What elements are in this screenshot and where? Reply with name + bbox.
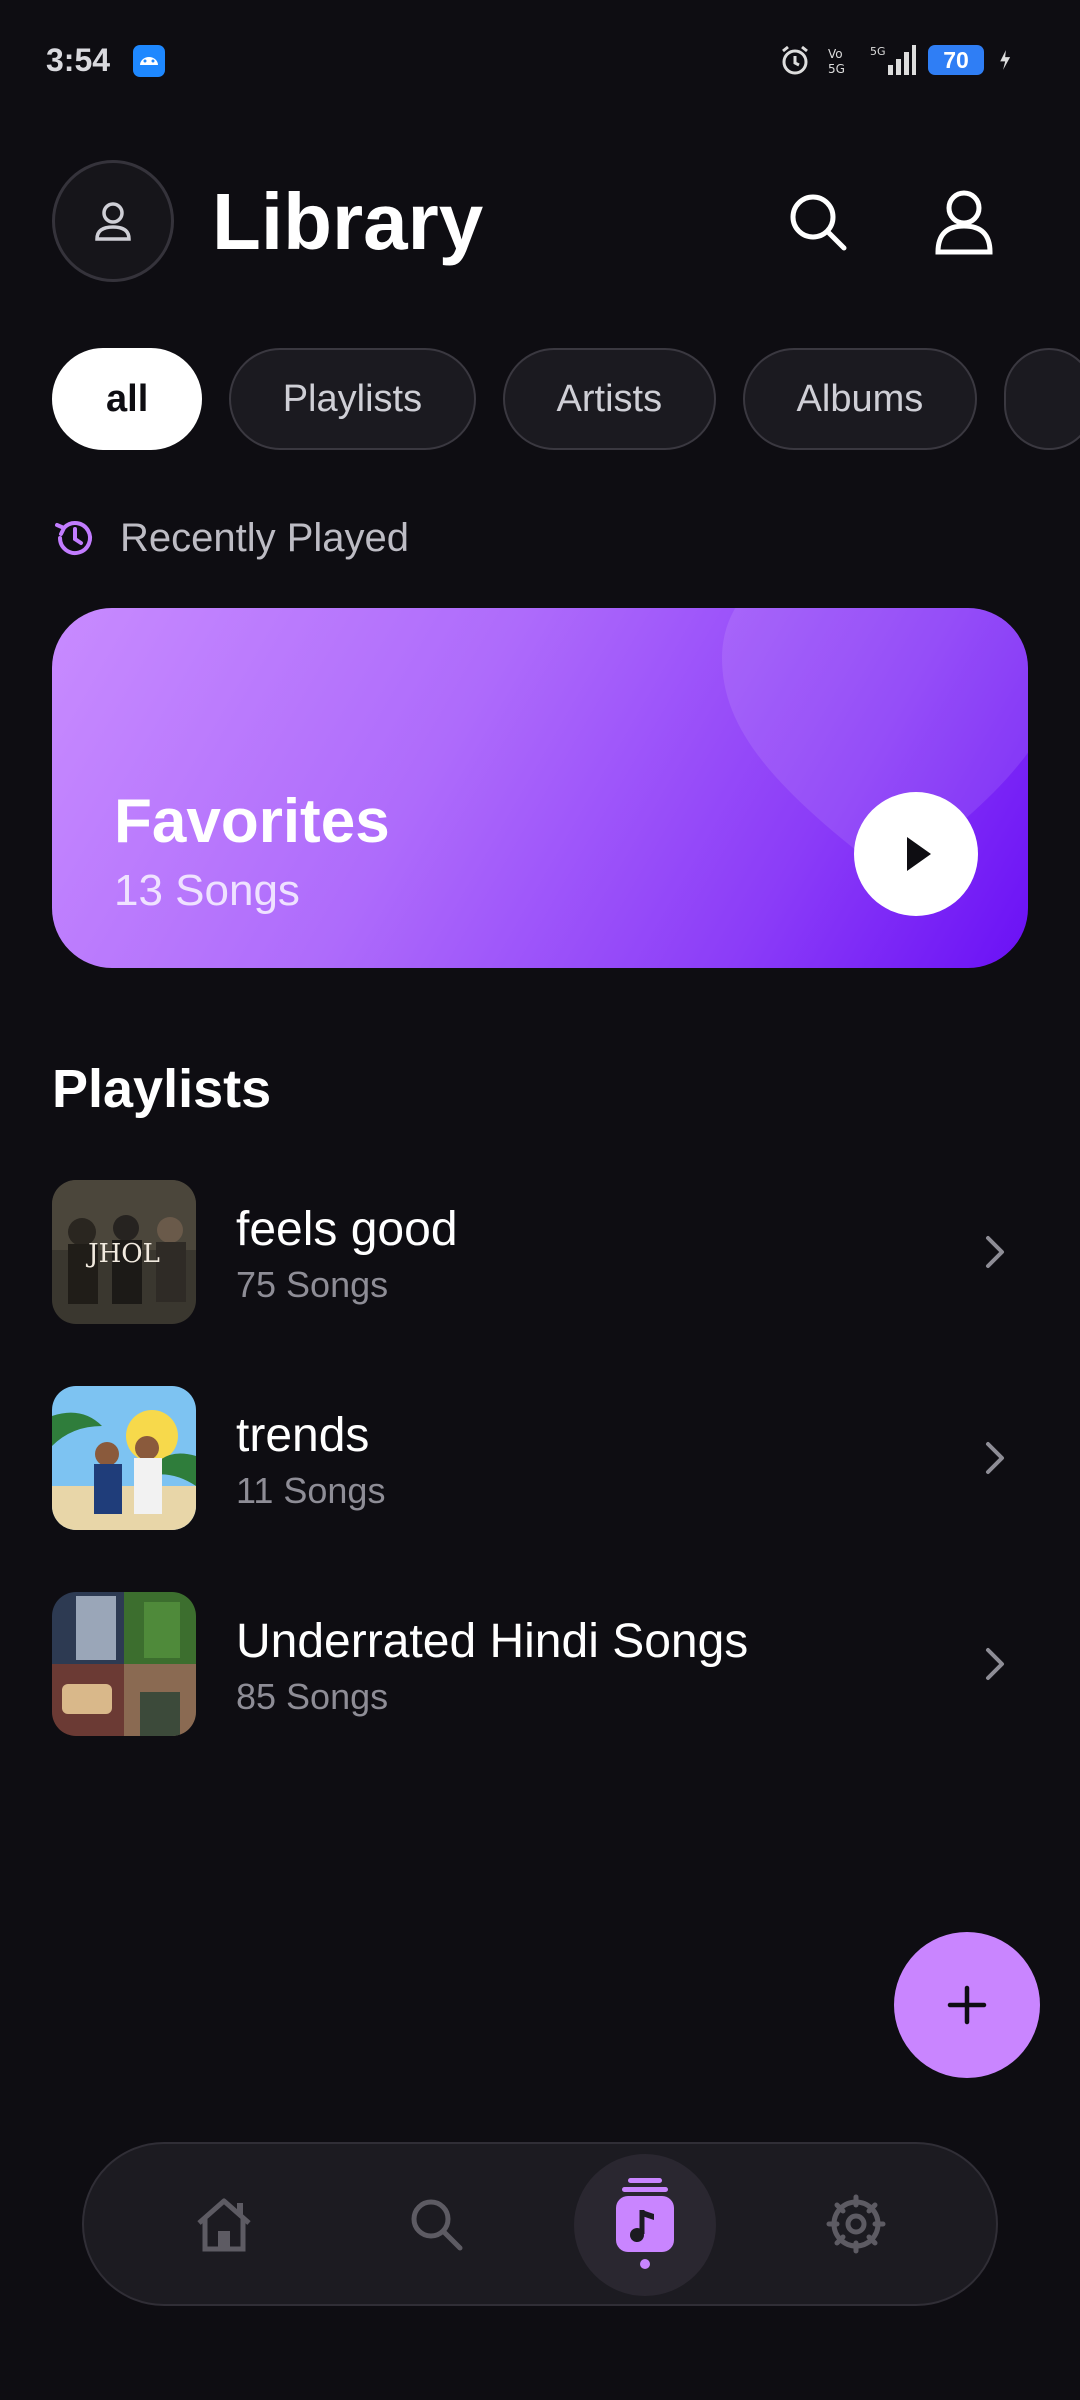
favorites-title: Favorites bbox=[114, 787, 390, 856]
playlist-song-count: 75 Songs bbox=[236, 1264, 389, 1305]
page-title: Library bbox=[212, 177, 484, 266]
chip-albums[interactable]: Albums bbox=[742, 348, 978, 450]
playlist-name: trends bbox=[236, 1409, 370, 1462]
settings-icon bbox=[826, 2194, 886, 2254]
search-icon[interactable] bbox=[786, 190, 850, 254]
playlist-cover bbox=[52, 1592, 196, 1736]
svg-text:Vo: Vo bbox=[828, 47, 843, 61]
play-icon bbox=[907, 837, 931, 871]
playlists-heading: Playlists bbox=[52, 1059, 272, 1119]
avatar-icon[interactable] bbox=[52, 160, 174, 282]
chevron-right-icon bbox=[986, 1236, 1004, 1268]
playlist-song-count: 11 Songs bbox=[236, 1470, 386, 1511]
add-playlist-button[interactable] bbox=[894, 1932, 1040, 2078]
search-icon bbox=[411, 2199, 463, 2251]
playlist-cover: JHOL bbox=[52, 1180, 196, 1324]
plus-icon bbox=[947, 1985, 987, 2025]
signal-icon: 5G bbox=[870, 45, 916, 75]
nav-search[interactable] bbox=[366, 2144, 506, 2304]
volte-icon: Vo5G bbox=[828, 47, 845, 76]
chip-all[interactable]: all bbox=[52, 348, 203, 450]
chevron-right-icon bbox=[986, 1648, 1004, 1680]
favorites-card[interactable]: Favorites 13 Songs bbox=[52, 608, 1028, 968]
playlist-name: Underrated Hindi Songs bbox=[236, 1615, 749, 1668]
history-icon bbox=[55, 521, 92, 555]
header: Library bbox=[52, 160, 1028, 284]
favorites-song-count: 13 Songs bbox=[114, 866, 300, 915]
android-icon bbox=[133, 45, 165, 77]
charging-icon bbox=[1000, 50, 1011, 70]
nav-settings[interactable] bbox=[786, 2144, 926, 2304]
svg-text:JHOL: JHOL bbox=[85, 1239, 160, 1269]
status-time: 3:54 bbox=[46, 42, 111, 78]
nav-library[interactable] bbox=[575, 2144, 715, 2304]
chip-more[interactable] bbox=[1003, 348, 1080, 450]
home-icon bbox=[197, 2198, 251, 2252]
playlist-item[interactable]: trends 11 Songs bbox=[52, 1386, 1028, 1532]
battery-indicator: 70 bbox=[928, 45, 984, 75]
playlist-item[interactable]: Underrated Hindi Songs 85 Songs bbox=[52, 1592, 1028, 1738]
recently-played-row: Recently Played bbox=[52, 510, 409, 566]
filter-chips: all Playlists Artists Albums bbox=[52, 348, 1080, 452]
playlist-name: feels good bbox=[236, 1203, 458, 1256]
alarm-icon bbox=[782, 45, 808, 75]
library-icon bbox=[616, 2178, 674, 2269]
nav-home[interactable] bbox=[154, 2144, 294, 2304]
status-bar: 3:54 Vo 5G 5G 70 bbox=[0, 0, 1080, 120]
play-button[interactable] bbox=[854, 792, 978, 916]
recently-played-label: Recently Played bbox=[120, 515, 410, 560]
svg-text:5G: 5G bbox=[828, 62, 845, 76]
status-icons: Vo 5G 5G 70 bbox=[778, 40, 1020, 80]
playlist-item[interactable]: JHOL feels good 75 Songs bbox=[52, 1180, 1028, 1326]
bottom-navigation bbox=[82, 2142, 998, 2306]
playlist-song-count: 85 Songs bbox=[236, 1676, 389, 1717]
svg-text:5G: 5G bbox=[870, 45, 886, 58]
chip-artists[interactable]: Artists bbox=[502, 348, 717, 450]
chevron-right-icon bbox=[986, 1442, 1004, 1474]
profile-icon[interactable] bbox=[932, 188, 996, 256]
playlist-cover bbox=[52, 1386, 196, 1530]
chip-playlists[interactable]: Playlists bbox=[228, 348, 477, 450]
